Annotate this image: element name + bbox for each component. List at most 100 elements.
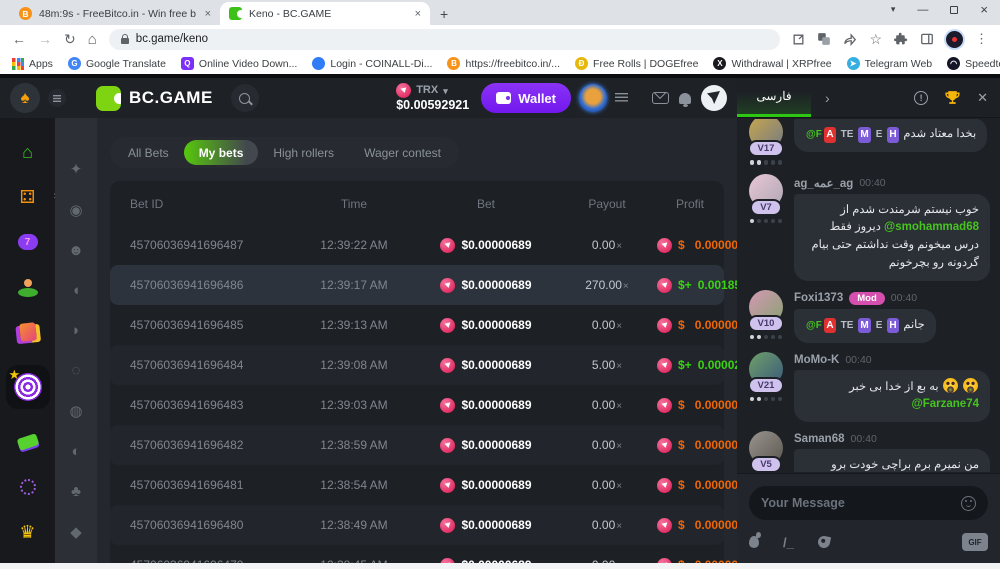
- mail-icon[interactable]: [652, 92, 669, 104]
- bet-payout: 0.00×: [557, 438, 657, 452]
- chat-send-icon[interactable]: [701, 85, 727, 111]
- sidebar-item-sports[interactable]: 7: [16, 230, 40, 254]
- bookmark-item[interactable]: GGoogle Translate: [68, 57, 166, 70]
- bet-row[interactable]: 45706036941696487 12:39:22 AM $0.0000068…: [110, 225, 724, 265]
- sidebar-toggle-button[interactable]: [48, 89, 66, 107]
- mention-link[interactable]: @Farzane74: [912, 398, 979, 410]
- wallet-button[interactable]: Wallet: [481, 83, 571, 113]
- game-category-icon-9[interactable]: ◆: [70, 523, 82, 541]
- bookmark-item[interactable]: ➤Telegram Web: [847, 57, 933, 70]
- bet-row[interactable]: 45706036941696486 12:39:17 AM $0.0000068…: [110, 265, 724, 305]
- bookmark-item[interactable]: Bhttps://freebitco.in/...: [447, 57, 560, 70]
- chat-message-input[interactable]: Your Message: [749, 486, 988, 520]
- bookmark-item[interactable]: XWithdrawal | XRPfree: [713, 57, 831, 70]
- bookmark-item[interactable]: Login - COINALL-Di...: [312, 57, 432, 70]
- game-category-icon-6[interactable]: ◍: [69, 402, 82, 420]
- address-bar[interactable]: bc.game/keno: [109, 29, 781, 50]
- window-chevron-icon[interactable]: ▾: [891, 4, 896, 15]
- trophy-icon[interactable]: [944, 89, 961, 106]
- notifications-bell-icon[interactable]: [679, 93, 691, 104]
- currency-selector[interactable]: TRX ▾ $0.00592921: [396, 83, 469, 112]
- window-close-button[interactable]: ×: [980, 2, 988, 17]
- game-category-icon-3[interactable]: ◖: [71, 282, 80, 299]
- bet-row[interactable]: 45706036941696485 12:39:13 AM $0.0000068…: [110, 305, 724, 345]
- trx-coin-icon: [657, 478, 672, 493]
- tab-high-rollers[interactable]: High rollers: [258, 140, 349, 165]
- bookmark-star-icon[interactable]: ☆: [869, 31, 882, 48]
- new-tab-button[interactable]: +: [440, 6, 448, 25]
- forward-button[interactable]: →: [38, 32, 52, 46]
- bcgame-logo[interactable]: BC.GAME: [96, 86, 213, 111]
- chat-username[interactable]: Saman68: [794, 433, 845, 445]
- rocket-icon[interactable]: [817, 535, 831, 549]
- chat-bubble: من نمیرم برم براچی خودت برو @Behrooz68: [794, 449, 990, 472]
- bet-row[interactable]: 45706036941696481 12:38:54 AM $0.0000068…: [110, 465, 724, 505]
- game-category-icon-7[interactable]: ◐: [71, 443, 80, 460]
- sidebar-item-keno[interactable]: [6, 365, 50, 409]
- bet-row[interactable]: 45706036941696482 12:38:59 AM $0.0000068…: [110, 425, 724, 465]
- chat-username[interactable]: Foxi1373: [794, 292, 843, 304]
- mention-link[interactable]: @smohammad68: [884, 221, 979, 233]
- browser-tab[interactable]: Keno - BC.GAME ×: [220, 2, 430, 25]
- chat-language-tab[interactable]: فارسی: [737, 78, 811, 117]
- tab-my-bets[interactable]: My bets: [184, 140, 259, 165]
- sidebar-item-vip-club[interactable]: ♛: [16, 520, 40, 544]
- chat-expand-chevron[interactable]: ›: [825, 90, 830, 106]
- sidebar-item-casino-dice[interactable]: ⚃›: [16, 185, 40, 209]
- share-icon[interactable]: [843, 32, 857, 46]
- bookmark-item[interactable]: QOnline Video Down...: [181, 57, 297, 70]
- bookmark-item[interactable]: ÐFree Rolls | DOGEfree: [575, 57, 698, 70]
- bcgame-logo-text: BC.GAME: [129, 88, 213, 108]
- bet-row[interactable]: 45706036941696479 12:38:45 AM $0.0000068…: [110, 545, 724, 563]
- chat-username[interactable]: ag_عمه_ag: [794, 176, 853, 190]
- tab-close-icon[interactable]: ×: [415, 8, 421, 20]
- tab-close-icon[interactable]: ×: [205, 8, 211, 20]
- game-category-icon-2[interactable]: ☻: [68, 242, 84, 259]
- game-category-icon-1[interactable]: ◉: [69, 201, 82, 219]
- chat-bubble: به بع از خدا بی خبر @Farzane74: [794, 370, 990, 423]
- chevron-down-icon: ▾: [443, 86, 448, 96]
- tab-all-bets[interactable]: All Bets: [113, 140, 184, 165]
- chat-commands-icon[interactable]: /_: [783, 535, 794, 550]
- sidebar-item-bonus-ring[interactable]: [16, 475, 40, 499]
- search-button[interactable]: [231, 84, 259, 112]
- bookmark-label: Online Video Down...: [199, 58, 297, 70]
- sidebar-item-card-games[interactable]: [16, 320, 40, 344]
- sidebar-item-live-casino[interactable]: [16, 275, 40, 299]
- browser-tab[interactable]: B 48m:9s - FreeBitco.in - Win free b ×: [10, 2, 220, 25]
- bookmark-item[interactable]: Apps: [12, 58, 53, 70]
- game-category-icon-0[interactable]: ✦: [70, 160, 83, 178]
- chat-close-icon[interactable]: ✕: [977, 90, 988, 106]
- tab-wager-contest[interactable]: Wager contest: [349, 140, 456, 165]
- window-minimize-button[interactable]: —: [917, 4, 928, 16]
- game-category-icon-8[interactable]: ♣: [71, 483, 81, 500]
- user-avatar[interactable]: [579, 84, 607, 112]
- translate-icon[interactable]: [817, 32, 831, 46]
- chat-username[interactable]: MoMo-K: [794, 354, 839, 366]
- back-button[interactable]: ←: [12, 32, 26, 46]
- bet-row[interactable]: 45706036941696483 12:39:03 AM $0.0000068…: [110, 385, 724, 425]
- profile-avatar[interactable]: [946, 31, 963, 48]
- spade-icon[interactable]: ♠: [10, 83, 40, 113]
- coin-drop-icon[interactable]: [749, 536, 759, 548]
- open-in-icon[interactable]: [792, 33, 805, 46]
- window-maximize-button[interactable]: [950, 6, 958, 14]
- game-category-icon-5[interactable]: ◌: [72, 362, 81, 379]
- menu-dots-icon[interactable]: ⋮: [975, 31, 988, 47]
- bet-row[interactable]: 45706036941696484 12:39:08 AM $0.0000068…: [110, 345, 724, 385]
- bet-row[interactable]: 45706036941696480 12:38:49 AM $0.0000068…: [110, 505, 724, 545]
- sidebar-item-lottery[interactable]: [16, 430, 40, 454]
- mention-fatemeh[interactable]: @FATEMEH: [805, 319, 900, 331]
- game-category-icon-4[interactable]: ◗: [71, 322, 80, 339]
- chat-rules-info-icon[interactable]: !: [914, 91, 928, 105]
- sidebar-item-home[interactable]: ⌂: [16, 140, 40, 164]
- mention-fatemeh[interactable]: @FATEMEH: [805, 128, 900, 140]
- bookmark-item[interactable]: ◠Speedtest by Ookla...: [947, 57, 1000, 70]
- account-menu-icon[interactable]: [615, 93, 628, 103]
- gif-button[interactable]: GIF: [962, 533, 988, 551]
- emoji-smiley-icon[interactable]: [961, 496, 976, 511]
- reload-button[interactable]: ↻: [64, 32, 76, 46]
- home-button[interactable]: ⌂: [88, 32, 97, 47]
- side-panel-icon[interactable]: [920, 32, 934, 46]
- extension-icon[interactable]: [894, 32, 908, 46]
